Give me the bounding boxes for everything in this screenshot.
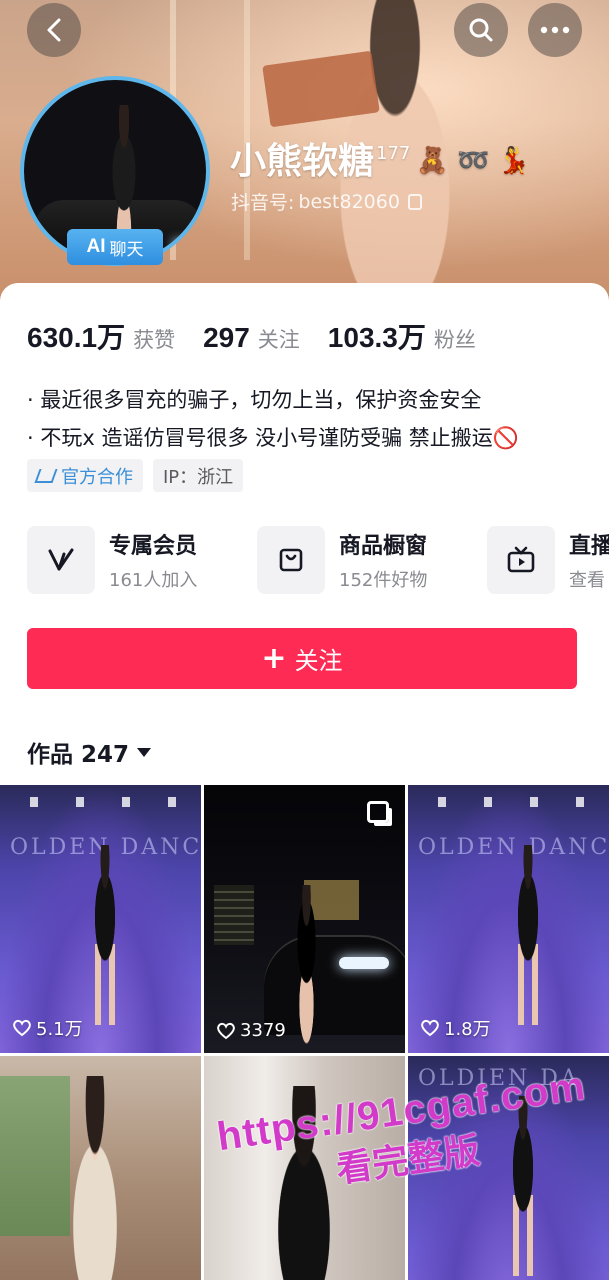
ip-location-tag: IP：浙江 bbox=[153, 459, 244, 492]
likes-label[interactable]: 获赞 bbox=[133, 324, 175, 354]
ai-badge-label: AI bbox=[86, 236, 106, 257]
multi-image-icon bbox=[367, 801, 389, 823]
works-tab[interactable]: 作品 247 bbox=[27, 735, 152, 769]
stats-row: 630.1万 获赞 297 关注 103.3万 粉丝 bbox=[27, 316, 504, 356]
video-thumbnail[interactable]: 3379 bbox=[204, 785, 405, 1053]
person-figure bbox=[55, 1076, 135, 1280]
ai-chat-badge[interactable]: AI 聊天 bbox=[67, 229, 163, 265]
dancer-figure bbox=[80, 845, 130, 1025]
entry-membership-title: 专属会员 bbox=[109, 534, 198, 559]
bio-line-2: · 不玩x 造谣仿冒号很多 没小号谨防受骗 禁止搬运🚫 bbox=[27, 426, 519, 450]
ai-badge-chat-label: 聊天 bbox=[109, 239, 144, 260]
nickname-sup: 177 bbox=[376, 143, 411, 164]
avatar-headlight-decor bbox=[172, 240, 200, 248]
video-likes: 3379 bbox=[216, 1020, 286, 1041]
stage-lights-decor bbox=[0, 797, 201, 807]
entry-membership-sub: 161人加入 bbox=[109, 570, 198, 591]
video-likes-count: 5.1万 bbox=[36, 1019, 83, 1040]
stage-lights-decor bbox=[408, 797, 609, 807]
search-button[interactable] bbox=[454, 3, 508, 57]
follow-button[interactable]: + 关注 bbox=[27, 628, 577, 689]
video-thumbnail[interactable] bbox=[0, 1056, 201, 1280]
caret-down-icon bbox=[137, 747, 152, 757]
back-button[interactable] bbox=[27, 3, 81, 57]
feature-entries: 专属会员 161人加入 商品橱窗 152件好物 直播 查看 bbox=[27, 526, 609, 594]
nickname: 小熊软糖 177 🧸 ➿ 💃 bbox=[230, 132, 530, 184]
douyin-id-value: best82060 bbox=[298, 190, 400, 213]
search-icon bbox=[469, 18, 493, 42]
copy-icon[interactable] bbox=[407, 193, 422, 210]
official-cooperation-label: 官方合作 bbox=[61, 466, 133, 488]
entry-live[interactable]: 直播 查看 bbox=[487, 526, 609, 594]
bio: · 最近很多冒充的骗子，切勿上当，保护资金安全 · 不玩x 造谣仿冒号很多 没小… bbox=[27, 381, 519, 457]
entry-showcase[interactable]: 商品橱窗 152件好物 bbox=[257, 526, 487, 594]
entry-showcase-title: 商品橱窗 bbox=[339, 534, 428, 559]
person-figure bbox=[284, 885, 329, 1045]
more-button[interactable] bbox=[528, 3, 582, 57]
entry-live-sub: 查看 bbox=[569, 570, 605, 591]
following-count[interactable]: 297 bbox=[203, 322, 250, 354]
video-likes: 5.1万 bbox=[12, 1015, 83, 1041]
headlight-decor bbox=[339, 957, 389, 969]
chevron-left-icon bbox=[47, 18, 61, 42]
video-likes-count: 3379 bbox=[240, 1020, 286, 1041]
heart-outline-icon bbox=[421, 1019, 439, 1037]
likes-count[interactable]: 630.1万 bbox=[27, 316, 125, 356]
douyin-id-label: 抖音号: bbox=[231, 192, 295, 214]
dancer-figure bbox=[503, 845, 553, 1025]
membership-v-icon bbox=[27, 526, 95, 594]
nickname-text: 小熊软糖 bbox=[230, 141, 375, 182]
video-thumbnail[interactable]: OLDEN DANCE 1.8万 bbox=[408, 785, 609, 1053]
handshake-icon bbox=[34, 468, 58, 483]
entry-membership[interactable]: 专属会员 161人加入 bbox=[27, 526, 257, 594]
tag-row: 官方合作 IP：浙江 bbox=[27, 459, 244, 492]
heart-outline-icon bbox=[13, 1019, 31, 1037]
follow-button-label: 关注 bbox=[294, 647, 343, 675]
nickname-emoji: 🧸 ➿ 💃 bbox=[416, 146, 531, 176]
entry-live-title: 直播 bbox=[569, 534, 609, 559]
bio-line-1: · 最近很多冒充的骗子，切勿上当，保护资金安全 bbox=[27, 388, 482, 412]
heart-outline-icon bbox=[217, 1022, 235, 1039]
video-thumbnail[interactable]: OLDEN DANCE 5.1万 bbox=[0, 785, 201, 1053]
official-cooperation-tag[interactable]: 官方合作 bbox=[27, 459, 143, 492]
tv-icon bbox=[487, 526, 555, 594]
followers-count[interactable]: 103.3万 bbox=[328, 316, 426, 356]
following-label[interactable]: 关注 bbox=[258, 324, 300, 354]
followers-label[interactable]: 粉丝 bbox=[434, 324, 476, 354]
entry-showcase-sub: 152件好物 bbox=[339, 570, 428, 591]
works-tab-label: 作品 247 bbox=[27, 742, 130, 768]
shopping-bag-icon bbox=[257, 526, 325, 594]
ip-location-label: IP：浙江 bbox=[163, 466, 234, 488]
more-dots-icon bbox=[540, 26, 570, 34]
video-likes: 1.8万 bbox=[420, 1015, 491, 1041]
douyin-id: 抖音号: best82060 bbox=[231, 188, 422, 215]
building-decor bbox=[214, 885, 254, 945]
video-likes-count: 1.8万 bbox=[444, 1019, 491, 1040]
plus-icon: + bbox=[261, 640, 287, 676]
